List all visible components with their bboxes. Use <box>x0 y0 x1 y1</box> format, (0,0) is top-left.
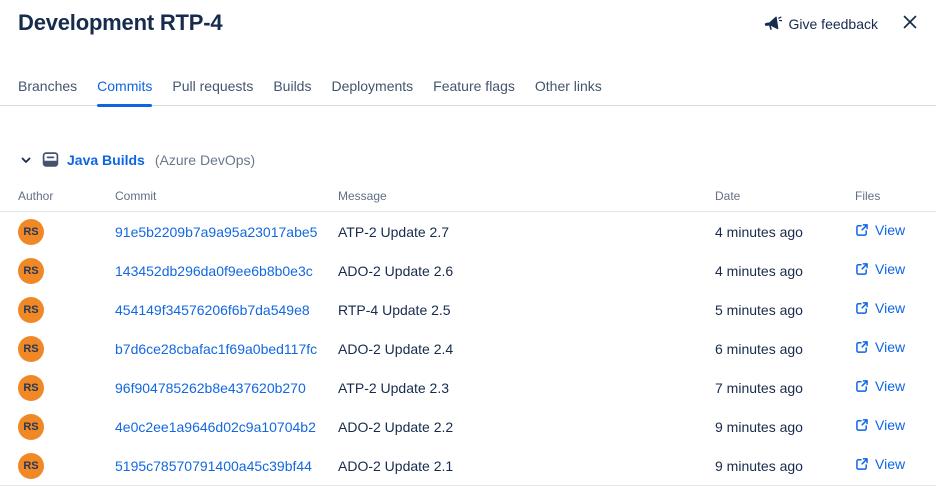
external-link-icon <box>855 340 869 354</box>
commit-date: 4 minutes ago <box>715 224 855 240</box>
view-files-link[interactable]: View <box>855 261 905 277</box>
megaphone-icon <box>764 16 782 32</box>
commit-row: RS 454149f34576206f6b7da549e8 RTP-4 Upda… <box>0 290 936 329</box>
avatar: RS <box>18 414 44 440</box>
commit-message: ADO-2 Update 2.1 <box>338 458 715 474</box>
view-files-label: View <box>875 417 905 433</box>
view-files-link[interactable]: View <box>855 222 905 238</box>
commit-row: RS 143452db296da0f9ee6b8b0e3c ADO-2 Upda… <box>0 251 936 290</box>
view-files-label: View <box>875 378 905 394</box>
section-name-link[interactable]: Java Builds <box>67 152 145 168</box>
column-header-commit: Commit <box>115 189 338 203</box>
commit-row: RS 91e5b2209b7a9a95a23017abe5 ATP-2 Upda… <box>0 212 936 251</box>
view-files-link[interactable]: View <box>855 417 905 433</box>
tab-feature-flags[interactable]: Feature flags <box>433 78 515 105</box>
commit-date: 7 minutes ago <box>715 380 855 396</box>
chevron-down-icon <box>20 154 32 166</box>
view-files-link[interactable]: View <box>855 300 905 316</box>
column-header-date: Date <box>715 189 855 203</box>
commit-row: RS 4e0c2ee1a9646d02c9a10704b2 ADO-2 Upda… <box>0 407 936 446</box>
commit-date: 5 minutes ago <box>715 302 855 318</box>
commit-hash-link[interactable]: 143452db296da0f9ee6b8b0e3c <box>115 263 338 279</box>
section-provider-label: (Azure DevOps) <box>155 152 255 168</box>
commit-row: RS 96f904785262b8e437620b270 ATP-2 Updat… <box>0 368 936 407</box>
commit-message: ADO-2 Update 2.4 <box>338 341 715 357</box>
commit-hash-link[interactable]: 454149f34576206f6b7da549e8 <box>115 302 338 318</box>
development-dialog: Development RTP-4 Give feedback <box>0 0 936 491</box>
column-header-message: Message <box>338 189 715 203</box>
column-header-author: Author <box>18 189 115 203</box>
header-actions: Give feedback <box>764 10 921 35</box>
give-feedback-button[interactable]: Give feedback <box>764 16 879 32</box>
commit-message: ADO-2 Update 2.2 <box>338 419 715 435</box>
view-files-link[interactable]: View <box>855 378 905 394</box>
external-link-icon <box>855 301 869 315</box>
close-icon <box>902 14 918 30</box>
avatar: RS <box>18 258 44 284</box>
avatar: RS <box>18 219 44 245</box>
commit-message: ATP-2 Update 2.7 <box>338 224 715 240</box>
commit-date: 4 minutes ago <box>715 263 855 279</box>
external-link-icon <box>855 379 869 393</box>
view-files-label: View <box>875 222 905 238</box>
section-header: Java Builds (Azure DevOps) <box>0 151 936 168</box>
external-link-icon <box>855 223 869 237</box>
commit-hash-link[interactable]: 5195c78570791400a45c39bf44 <box>115 458 338 474</box>
commit-date: 9 minutes ago <box>715 458 855 474</box>
avatar: RS <box>18 453 44 479</box>
view-files-label: View <box>875 339 905 355</box>
commit-date: 6 minutes ago <box>715 341 855 357</box>
tab-other-links[interactable]: Other links <box>535 78 602 105</box>
give-feedback-label: Give feedback <box>789 16 879 32</box>
external-link-icon <box>855 418 869 432</box>
column-header-files: Files <box>855 189 936 203</box>
commit-date: 9 minutes ago <box>715 419 855 435</box>
external-link-icon <box>855 457 869 471</box>
view-files-link[interactable]: View <box>855 456 905 472</box>
commits-table: Author Commit Message Date Files RS 91e5… <box>0 189 936 486</box>
view-files-label: View <box>875 456 905 472</box>
close-button[interactable] <box>900 12 920 35</box>
commit-hash-link[interactable]: 4e0c2ee1a9646d02c9a10704b2 <box>115 419 338 435</box>
avatar: RS <box>18 336 44 362</box>
commit-hash-link[interactable]: 96f904785262b8e437620b270 <box>115 380 338 396</box>
tab-pull-requests[interactable]: Pull requests <box>172 78 253 105</box>
page-title: Development RTP-4 <box>18 10 222 36</box>
view-files-label: View <box>875 300 905 316</box>
panel-header: Development RTP-4 Give feedback <box>0 0 936 36</box>
avatar: RS <box>18 297 44 323</box>
commit-message: ADO-2 Update 2.6 <box>338 263 715 279</box>
commits-table-header: Author Commit Message Date Files <box>0 189 936 212</box>
commit-row: RS 5195c78570791400a45c39bf44 ADO-2 Upda… <box>0 446 936 485</box>
commit-row: RS b7d6ce28cbafac1f69a0bed117fc ADO-2 Up… <box>0 329 936 368</box>
tab-branches[interactable]: Branches <box>18 78 77 105</box>
tab-builds[interactable]: Builds <box>273 78 311 105</box>
repository-icon <box>42 151 59 168</box>
view-files-label: View <box>875 261 905 277</box>
view-files-link[interactable]: View <box>855 339 905 355</box>
tab-bar: Branches Commits Pull requests Builds Deploy… <box>0 78 936 106</box>
commit-hash-link[interactable]: b7d6ce28cbafac1f69a0bed117fc <box>115 341 338 357</box>
avatar: RS <box>18 375 44 401</box>
commit-message: RTP-4 Update 2.5 <box>338 302 715 318</box>
commit-hash-link[interactable]: 91e5b2209b7a9a95a23017abe5 <box>115 224 338 240</box>
tab-deployments[interactable]: Deployments <box>331 78 413 105</box>
commit-message: ATP-2 Update 2.3 <box>338 380 715 396</box>
external-link-icon <box>855 262 869 276</box>
section-collapse-button[interactable] <box>18 154 34 166</box>
commits-table-body: RS 91e5b2209b7a9a95a23017abe5 ATP-2 Upda… <box>0 212 936 485</box>
tab-commits[interactable]: Commits <box>97 78 152 105</box>
